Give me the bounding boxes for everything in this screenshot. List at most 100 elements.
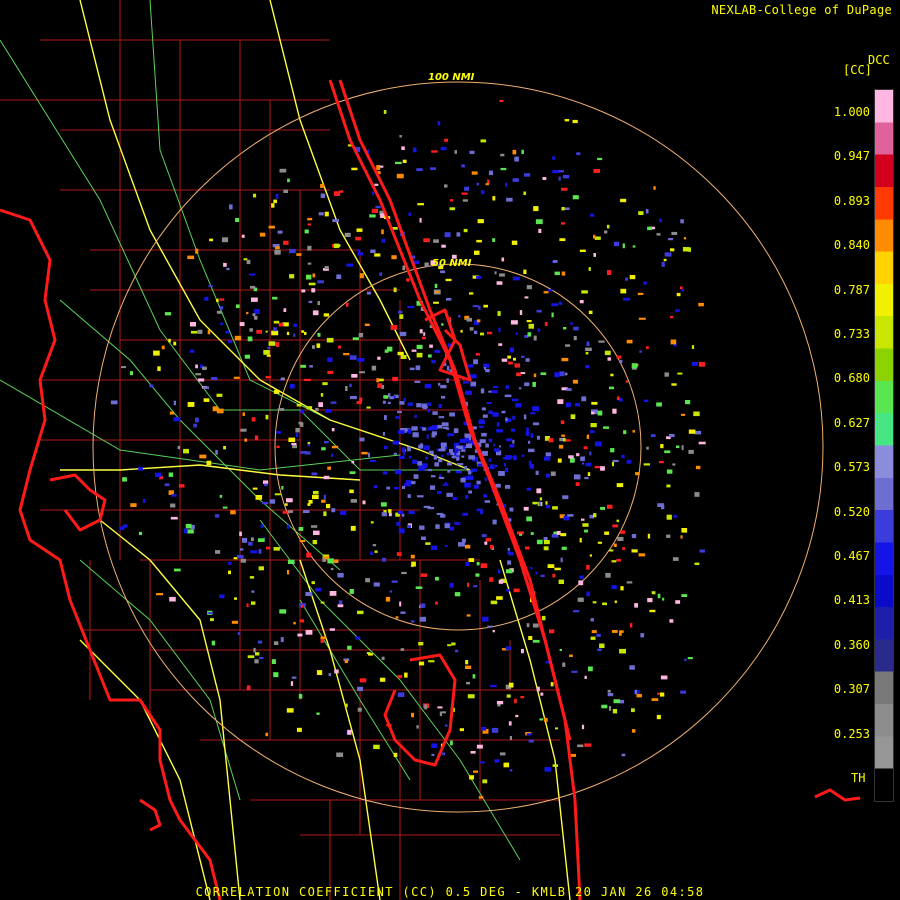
radar-echo <box>442 752 446 756</box>
radar-echo <box>498 471 505 476</box>
radar-echo <box>522 454 525 457</box>
radar-echo <box>698 302 704 307</box>
radar-echo <box>311 288 316 293</box>
radar-echo <box>501 257 505 262</box>
radar-echo <box>581 518 585 521</box>
radar-echo <box>581 396 587 402</box>
radar-echo <box>323 475 330 480</box>
radar-echo <box>434 283 438 288</box>
radar-echo <box>626 459 632 464</box>
radar-echo <box>476 561 480 566</box>
radar-echo <box>219 594 225 599</box>
radar-echo <box>437 424 443 429</box>
radar-echo <box>631 729 636 733</box>
radar-echo <box>561 546 567 550</box>
radar-echo <box>318 402 323 407</box>
radar-echo <box>558 176 561 181</box>
radar-echo <box>412 459 417 464</box>
radar-echo <box>357 610 364 615</box>
radar-echo <box>607 504 613 509</box>
radar-echo <box>497 569 501 574</box>
radar-echo <box>669 434 675 438</box>
coastlines <box>0 79 861 900</box>
radar-echo <box>396 521 401 526</box>
radar-echo <box>508 721 512 726</box>
radar-echo <box>547 289 553 292</box>
radar-echo <box>601 704 608 709</box>
radar-echo <box>403 398 406 402</box>
radar-echo <box>670 339 677 345</box>
radar-echo <box>308 300 313 304</box>
radar-echo <box>505 417 508 421</box>
radar-echo <box>496 422 500 427</box>
radar-echo <box>311 581 315 585</box>
radar-echo <box>632 430 635 433</box>
radar-echo <box>584 675 587 679</box>
radar-echo <box>298 527 304 531</box>
radar-echo <box>252 313 256 317</box>
radar-echo <box>634 689 637 695</box>
radar-echo <box>467 582 470 587</box>
radar-echo <box>300 423 304 427</box>
radar-echo <box>308 282 316 286</box>
radar-echo <box>584 477 589 480</box>
radar-echo <box>170 516 178 520</box>
radar-echo <box>671 383 677 386</box>
radar-echo <box>476 480 481 485</box>
radar-echo <box>451 642 456 646</box>
radar-echo <box>535 219 543 225</box>
radar-echo <box>441 323 444 326</box>
radar-echo <box>185 523 192 529</box>
radar-echo <box>397 351 404 356</box>
radar-echo <box>221 237 229 243</box>
radar-echo <box>304 331 307 335</box>
radar-echo <box>656 714 661 720</box>
radar-echo <box>193 423 197 428</box>
radar-echo <box>506 438 513 442</box>
radar-echo <box>593 234 596 239</box>
radar-echo <box>320 636 327 640</box>
radar-echo <box>173 417 181 422</box>
radar-echo <box>214 514 220 518</box>
radar-echo <box>433 239 439 243</box>
radar-echo <box>246 603 249 608</box>
radar-echo <box>553 531 557 535</box>
radar-echo <box>589 430 595 433</box>
radar-echo <box>222 506 228 509</box>
radar-echo <box>400 648 405 651</box>
radar-echo <box>590 618 594 622</box>
radar-echo <box>349 383 352 388</box>
radar-echo <box>208 612 214 615</box>
legend-tick: 0.680 <box>833 371 870 386</box>
radar-echo <box>586 341 590 346</box>
radar-echo <box>289 383 295 389</box>
radar-echo <box>204 296 209 301</box>
radar-echo <box>326 503 331 509</box>
radar-echo <box>444 724 448 727</box>
radar-echo <box>579 249 586 252</box>
radar-echo <box>327 357 333 362</box>
radar-echo <box>313 530 320 535</box>
radar-echo <box>422 427 427 431</box>
radar-echo <box>447 462 453 466</box>
radar-echo <box>590 213 595 217</box>
radar-echo <box>512 439 515 444</box>
radar-echo <box>211 640 215 646</box>
radar-echo <box>401 571 407 575</box>
radar-echo <box>171 494 177 497</box>
radar-echo <box>311 525 318 528</box>
radar-echo <box>489 544 494 549</box>
radar-echo <box>620 288 627 294</box>
radar-echo <box>409 367 415 371</box>
radar-echo <box>467 694 475 699</box>
radar-echo <box>422 406 428 410</box>
radar-echo <box>392 440 399 445</box>
radar-echo <box>381 512 387 517</box>
radar-echo <box>359 371 365 374</box>
radar-echo <box>446 378 449 383</box>
radar-echo <box>408 455 412 459</box>
radar-echo <box>262 501 269 505</box>
radar-echo <box>466 443 472 449</box>
radar-echo <box>483 494 487 498</box>
radar-echo <box>544 717 548 723</box>
